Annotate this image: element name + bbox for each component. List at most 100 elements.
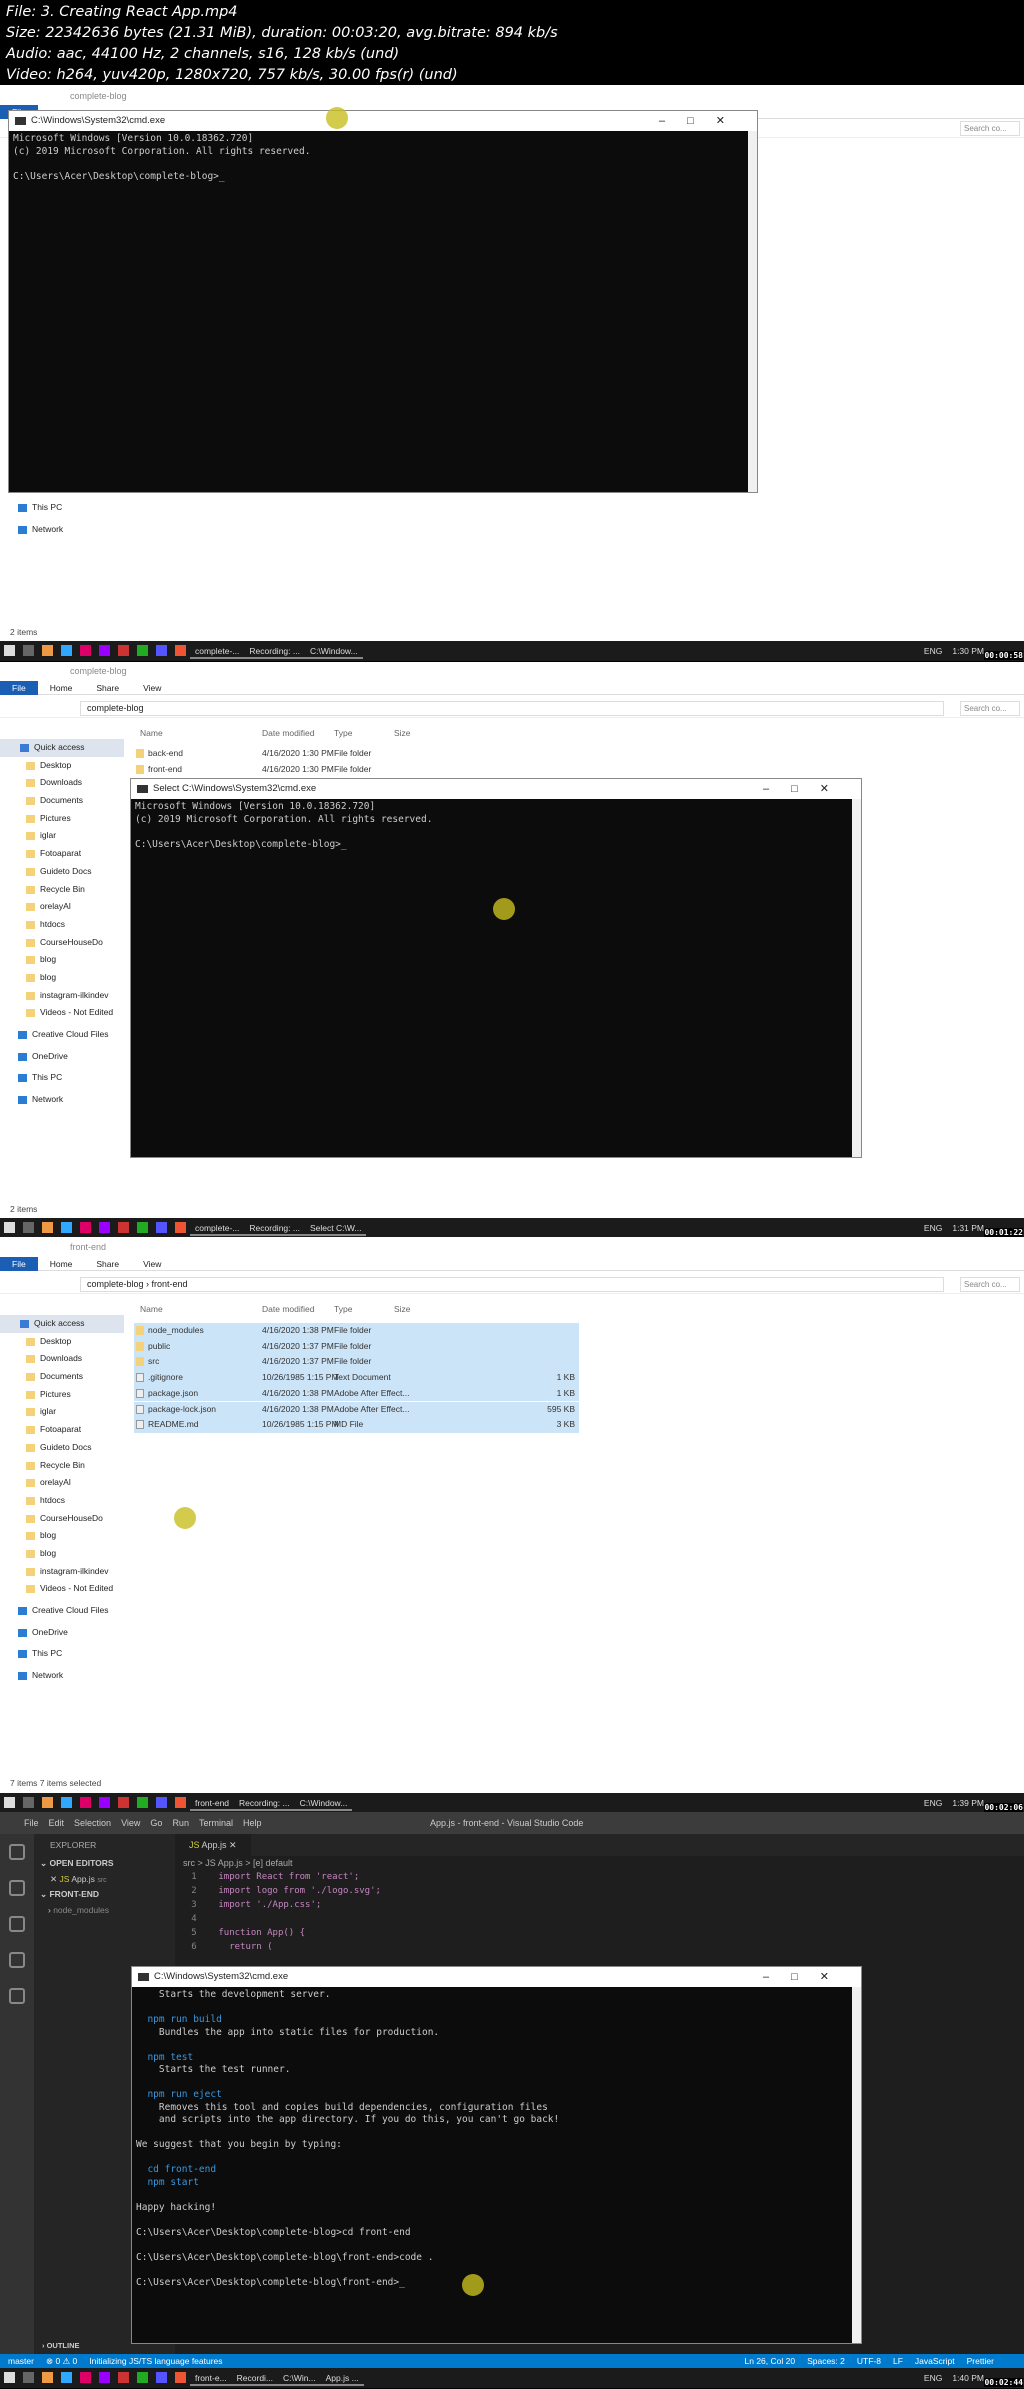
status-item[interactable]: ⊗ 0 ⚠ 0 bbox=[46, 2356, 77, 2366]
clock[interactable]: 1:40 PM bbox=[952, 2373, 984, 2383]
ribbon-tab-file[interactable]: File bbox=[0, 1257, 38, 1271]
nav-item[interactable]: Creative Cloud Files bbox=[0, 1602, 124, 1620]
column-header[interactable]: Date modified bbox=[262, 728, 314, 738]
app-icon[interactable] bbox=[42, 2372, 53, 2383]
cmd-window[interactable]: Select C:\Windows\System32\cmd.exe –□✕ Mi… bbox=[130, 778, 862, 1158]
ribbon-tab-home[interactable]: Home bbox=[38, 681, 85, 695]
nav-item[interactable]: Downloads bbox=[0, 1350, 124, 1368]
breadcrumb[interactable]: complete-blog › front-end bbox=[80, 1277, 944, 1292]
taskbar-window[interactable]: front-end bbox=[190, 1793, 235, 1811]
scrollbar[interactable] bbox=[748, 131, 757, 492]
taskbar-window[interactable]: Recordi... bbox=[231, 2368, 279, 2386]
extensions-icon[interactable] bbox=[9, 1988, 25, 2004]
explorer-icon[interactable] bbox=[9, 1844, 25, 1860]
app-icon[interactable] bbox=[23, 2372, 34, 2383]
menu-terminal[interactable]: Terminal bbox=[199, 1818, 233, 1828]
nav-item[interactable]: Quick access bbox=[0, 1315, 124, 1333]
nav-item[interactable]: This PC bbox=[0, 1069, 124, 1087]
nav-item[interactable]: Fotoaparat bbox=[0, 845, 124, 863]
nav-item[interactable]: Guideto Docs bbox=[0, 1439, 124, 1457]
taskbar-window[interactable]: Recording: ... bbox=[244, 1218, 305, 1236]
nav-item[interactable]: htdocs bbox=[0, 916, 124, 934]
clock[interactable]: 1:39 PM bbox=[952, 1798, 984, 1808]
column-header[interactable]: Name bbox=[140, 1304, 163, 1314]
ribbon-tab-share[interactable]: Share bbox=[84, 1257, 131, 1271]
language-indicator[interactable]: ENG bbox=[924, 1798, 942, 1808]
status-item[interactable]: UTF-8 bbox=[857, 2356, 881, 2366]
window-controls[interactable]: –□✕ bbox=[763, 1967, 851, 1987]
nav-item[interactable]: Videos - Not Edited bbox=[0, 1004, 124, 1022]
app-icon[interactable] bbox=[61, 1222, 72, 1233]
nav-item[interactable]: orelayAl bbox=[0, 898, 124, 916]
open-editor-item[interactable]: ✕ JS App.js src bbox=[34, 1872, 175, 1888]
file-row[interactable]: front-end 4/16/2020 1:30 PM File folder bbox=[134, 762, 579, 778]
file-row[interactable]: public 4/16/2020 1:37 PM File folder bbox=[134, 1338, 579, 1355]
column-header[interactable]: Date modified bbox=[262, 1304, 314, 1314]
menu-selection[interactable]: Selection bbox=[74, 1818, 111, 1828]
taskbar-window[interactable]: complete-... bbox=[190, 641, 245, 659]
nav-item[interactable]: Guideto Docs bbox=[0, 863, 124, 881]
taskbar-window[interactable]: C:\Win... bbox=[278, 2368, 321, 2386]
nav-item[interactable]: Network bbox=[0, 1667, 124, 1685]
app-icon[interactable] bbox=[118, 1222, 129, 1233]
cmd-window[interactable]: C:\Windows\System32\cmd.exe –□✕ Microsoft… bbox=[8, 110, 758, 493]
app-icon[interactable] bbox=[99, 645, 110, 656]
column-header[interactable]: Name bbox=[140, 728, 163, 738]
nav-item[interactable]: Creative Cloud Files bbox=[0, 1026, 124, 1044]
clock[interactable]: 1:31 PM bbox=[952, 1223, 984, 1233]
file-row[interactable]: README.md 10/26/1985 1:15 PM MD File 3 KB bbox=[134, 1417, 579, 1433]
language-indicator[interactable]: ENG bbox=[924, 646, 942, 656]
app-icon[interactable] bbox=[61, 1797, 72, 1808]
window-controls[interactable]: –□✕ bbox=[659, 111, 747, 131]
file-row[interactable]: src 4/16/2020 1:37 PM File folder bbox=[134, 1354, 579, 1371]
editor-breadcrumb[interactable]: src > JS App.js > [e] default bbox=[175, 1856, 1024, 1870]
nav-item[interactable]: Network bbox=[0, 1091, 124, 1109]
column-header[interactable]: Type bbox=[334, 1304, 352, 1314]
app-icon[interactable] bbox=[156, 1222, 167, 1233]
app-icon[interactable] bbox=[99, 1797, 110, 1808]
app-icon[interactable] bbox=[42, 1222, 53, 1233]
column-header[interactable]: Type bbox=[334, 728, 352, 738]
taskbar-window[interactable]: front-e... bbox=[190, 2368, 232, 2386]
search-icon[interactable] bbox=[9, 1880, 25, 1896]
start-icon[interactable] bbox=[4, 1797, 15, 1808]
app-icon[interactable] bbox=[156, 1797, 167, 1808]
app-icon[interactable] bbox=[137, 1222, 148, 1233]
taskbar-window[interactable]: complete-... bbox=[190, 1218, 245, 1236]
app-icon[interactable] bbox=[23, 645, 34, 656]
file-row[interactable]: package-lock.json 4/16/2020 1:38 PM Adobe … bbox=[134, 1401, 579, 1418]
status-item[interactable]: Initializing JS/TS language features bbox=[89, 2356, 222, 2366]
column-header[interactable]: Size bbox=[394, 728, 411, 738]
nav-item[interactable]: htdocs bbox=[0, 1492, 124, 1510]
nav-item[interactable]: Recycle Bin bbox=[0, 881, 124, 899]
language-indicator[interactable]: ENG bbox=[924, 1223, 942, 1233]
open-editors-section[interactable]: ⌄ OPEN EDITORS bbox=[34, 1856, 175, 1872]
app-icon[interactable] bbox=[42, 1797, 53, 1808]
nav-item[interactable]: OneDrive bbox=[0, 1624, 124, 1642]
file-row[interactable]: node_modules 4/16/2020 1:38 PM File folder bbox=[134, 1323, 579, 1339]
app-icon[interactable] bbox=[137, 1797, 148, 1808]
debug-icon[interactable] bbox=[9, 1952, 25, 1968]
status-item[interactable]: master bbox=[8, 2356, 34, 2366]
app-icon[interactable] bbox=[118, 2372, 129, 2383]
menu-view[interactable]: View bbox=[121, 1818, 140, 1828]
editor-tab[interactable]: JS App.js ✕ bbox=[175, 1834, 251, 1856]
breadcrumb[interactable]: complete-blog bbox=[80, 701, 944, 716]
menu-go[interactable]: Go bbox=[150, 1818, 162, 1828]
file-row[interactable]: package.json 4/16/2020 1:38 PM Adobe After… bbox=[134, 1385, 579, 1402]
scrollbar[interactable] bbox=[852, 1987, 861, 2343]
file-row[interactable]: back-end 4/16/2020 1:30 PM File folder bbox=[134, 746, 579, 762]
nav-item[interactable]: This PC bbox=[0, 1645, 124, 1663]
nav-item[interactable]: CourseHouseDo bbox=[0, 934, 124, 952]
project-section[interactable]: ⌄ FRONT-END bbox=[34, 1887, 175, 1903]
search-input[interactable]: Search co... bbox=[960, 1277, 1020, 1292]
file-row[interactable]: .gitignore 10/26/1985 1:15 PM Text Documen… bbox=[134, 1370, 579, 1386]
status-item[interactable]: Prettier bbox=[967, 2356, 994, 2366]
scrollbar[interactable] bbox=[852, 799, 861, 1157]
nav-item[interactable]: Documents bbox=[0, 792, 124, 810]
taskbar-window[interactable]: Select C:\W... bbox=[304, 1218, 367, 1236]
status-item[interactable]: Spaces: 2 bbox=[807, 2356, 845, 2366]
taskbar-window[interactable]: Recording: ... bbox=[244, 641, 305, 659]
nav-item[interactable]: blog bbox=[0, 951, 124, 969]
ribbon-tab-view[interactable]: View bbox=[131, 681, 173, 695]
